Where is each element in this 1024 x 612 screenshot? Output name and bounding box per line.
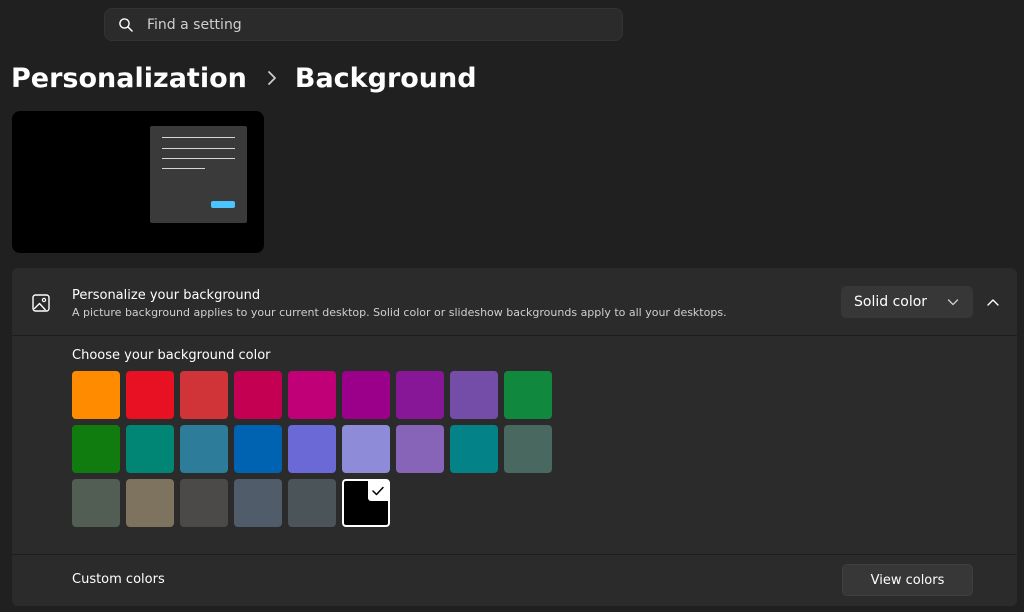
search-icon	[118, 17, 134, 33]
color-swatch[interactable]	[180, 479, 228, 527]
choose-color-label: Choose your background color	[72, 348, 271, 363]
color-swatch[interactable]	[126, 425, 174, 473]
custom-colors-row: Custom colors View colors	[12, 554, 1017, 606]
color-swatch[interactable]	[180, 371, 228, 419]
color-swatch[interactable]	[72, 479, 120, 527]
color-swatch[interactable]	[126, 371, 174, 419]
preview-line	[162, 137, 235, 138]
chevron-up-icon	[986, 297, 1000, 307]
color-swatch[interactable]	[504, 371, 552, 419]
breadcrumb: Personalization Background	[11, 58, 477, 98]
background-type-dropdown[interactable]: Solid color	[841, 286, 973, 318]
chevron-down-icon	[947, 297, 959, 307]
preview-line	[162, 148, 235, 149]
collapse-button[interactable]	[979, 289, 1007, 315]
search-input[interactable]	[147, 16, 622, 33]
search-box[interactable]	[104, 8, 623, 41]
setting-description: A picture background applies to your cur…	[72, 306, 727, 319]
color-swatch[interactable]	[450, 371, 498, 419]
color-swatch[interactable]	[234, 425, 282, 473]
color-swatch[interactable]	[126, 479, 174, 527]
preview-line	[162, 158, 235, 159]
color-swatch[interactable]	[342, 425, 390, 473]
personalize-background-card: Personalize your background A picture ba…	[12, 268, 1017, 606]
color-swatch[interactable]	[396, 371, 444, 419]
color-swatch[interactable]	[342, 479, 390, 527]
desktop-preview	[12, 111, 264, 253]
picture-icon	[31, 293, 51, 313]
setting-title: Personalize your background	[72, 288, 261, 303]
color-swatch[interactable]	[288, 425, 336, 473]
preview-line	[162, 168, 205, 169]
color-swatch[interactable]	[180, 425, 228, 473]
personalize-background-header[interactable]: Personalize your background A picture ba…	[12, 268, 1017, 336]
color-swatch[interactable]	[288, 479, 336, 527]
preview-button	[211, 201, 235, 208]
preview-window	[150, 126, 247, 223]
page-title: Background	[294, 62, 477, 94]
color-swatch[interactable]	[234, 479, 282, 527]
color-swatch[interactable]	[234, 371, 282, 419]
checkmark-icon	[368, 481, 388, 501]
breadcrumb-personalization[interactable]: Personalization	[11, 63, 247, 94]
color-swatch[interactable]	[72, 425, 120, 473]
color-swatch[interactable]	[450, 425, 498, 473]
color-swatch[interactable]	[288, 371, 336, 419]
custom-colors-label: Custom colors	[72, 572, 165, 587]
color-swatch[interactable]	[72, 371, 120, 419]
color-swatch-grid	[72, 371, 558, 531]
color-swatch[interactable]	[504, 425, 552, 473]
chevron-right-icon	[263, 69, 281, 87]
dropdown-value: Solid color	[854, 294, 928, 310]
color-swatch[interactable]	[396, 425, 444, 473]
color-swatch[interactable]	[342, 371, 390, 419]
view-colors-button[interactable]: View colors	[842, 564, 973, 596]
